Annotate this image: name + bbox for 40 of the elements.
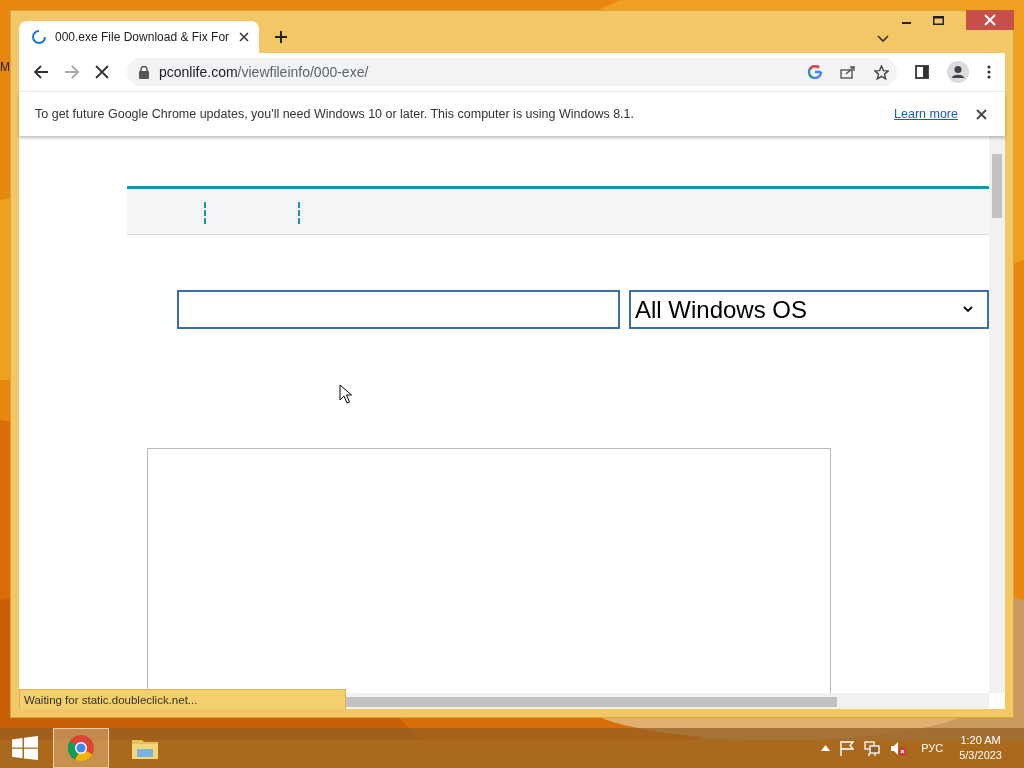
search-field[interactable] (177, 290, 620, 329)
clock-date[interactable]: 5/3/2023 (959, 748, 1002, 763)
nav-separator (298, 202, 300, 224)
desktop-icon-label: M (0, 60, 10, 74)
network-icon[interactable] (864, 740, 881, 756)
menu-icon[interactable] (987, 65, 991, 79)
windows-logo-icon[interactable] (12, 736, 38, 760)
browser-tab[interactable]: 000.exe File Download & Fix For (19, 21, 259, 53)
learn-more-link[interactable]: Learn more (894, 107, 958, 121)
profile-avatar-icon[interactable] (947, 61, 969, 83)
back-arrow-icon[interactable] (33, 64, 49, 80)
address-bar[interactable]: pconlife.com/viewfileinfo/000-exe/ (127, 58, 897, 86)
maximize-icon[interactable] (933, 15, 944, 25)
star-icon[interactable] (874, 64, 889, 80)
stop-icon[interactable] (95, 65, 109, 79)
mouse-cursor-icon (339, 384, 352, 404)
speaker-muted-icon[interactable] (890, 740, 908, 756)
url-text: pconlife.com/viewfileinfo/000-exe/ (159, 64, 369, 80)
lock-icon (139, 65, 149, 79)
language-indicator[interactable]: РУС (921, 742, 944, 754)
close-icon[interactable] (239, 32, 249, 42)
flag-icon[interactable] (840, 740, 855, 756)
nav-separator (204, 202, 206, 224)
plus-icon[interactable] (274, 30, 288, 44)
close-icon[interactable] (976, 108, 987, 120)
side-panel-icon[interactable] (915, 65, 929, 79)
forward-arrow-icon (64, 64, 80, 80)
share-icon[interactable] (840, 65, 856, 79)
chevron-down-icon[interactable] (877, 35, 889, 43)
taskbar-app-button[interactable] (53, 728, 109, 768)
status-tooltip: Waiting for static.doubleclick.net... (19, 689, 346, 709)
caret-up-icon[interactable] (821, 745, 831, 751)
tab-title: 000.exe File Download & Fix For (55, 30, 231, 44)
google-logo-icon[interactable] (808, 65, 822, 79)
chevron-down-icon (963, 306, 973, 313)
vertical-scrollbar[interactable] (989, 136, 1005, 693)
os-dropdown[interactable]: All Windows OS (629, 290, 989, 329)
clock-time[interactable]: 1:20 AM (960, 733, 1001, 748)
infobar-message: To get future Google Chrome updates, you'll need Windows 10 or later. This computer is using Windows 8.1. (35, 107, 634, 121)
chrome-icon (67, 734, 95, 762)
